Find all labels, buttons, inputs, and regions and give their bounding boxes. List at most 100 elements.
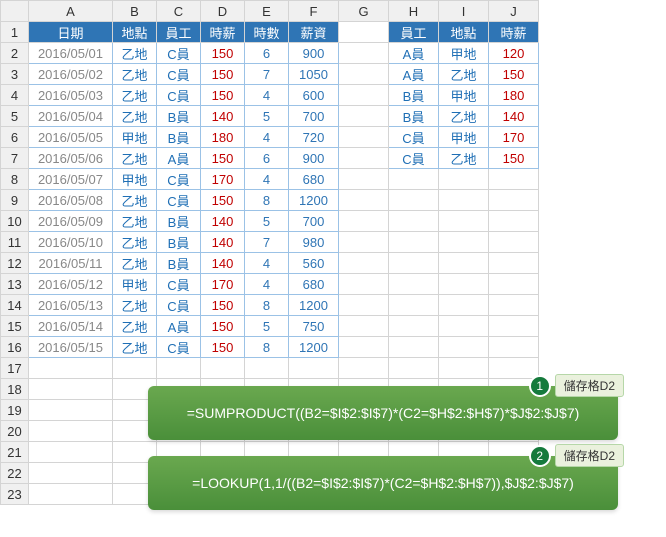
column-header-I[interactable]: I (439, 1, 489, 22)
cell-C7[interactable]: A員 (157, 148, 201, 169)
cell-F3[interactable]: 1050 (289, 64, 339, 85)
cell-I6[interactable]: 甲地 (439, 127, 489, 148)
cell-J15[interactable] (489, 316, 539, 337)
cell-F1[interactable]: 薪資 (289, 22, 339, 43)
cell-A12[interactable]: 2016/05/11 (29, 253, 113, 274)
cell-A2[interactable]: 2016/05/01 (29, 43, 113, 64)
cell-E5[interactable]: 5 (245, 106, 289, 127)
row-header-12[interactable]: 12 (1, 253, 29, 274)
cell-D1[interactable]: 時薪 (201, 22, 245, 43)
cell-E2[interactable]: 6 (245, 43, 289, 64)
cell-A4[interactable]: 2016/05/03 (29, 85, 113, 106)
cell-G5[interactable] (339, 106, 389, 127)
column-header-J[interactable]: J (489, 1, 539, 22)
cell-J10[interactable] (489, 211, 539, 232)
cell-G8[interactable] (339, 169, 389, 190)
cell-E14[interactable]: 8 (245, 295, 289, 316)
cell-D7[interactable]: 150 (201, 148, 245, 169)
cell-G7[interactable] (339, 148, 389, 169)
cell-C3[interactable]: C員 (157, 64, 201, 85)
cell-A18[interactable] (29, 379, 113, 400)
row-header-17[interactable]: 17 (1, 358, 29, 379)
cell-I5[interactable]: 乙地 (439, 106, 489, 127)
cell-E12[interactable]: 4 (245, 253, 289, 274)
cell-C6[interactable]: B員 (157, 127, 201, 148)
cell-C1[interactable]: 員工 (157, 22, 201, 43)
cell-D10[interactable]: 140 (201, 211, 245, 232)
cell-C8[interactable]: C員 (157, 169, 201, 190)
row-header-19[interactable]: 19 (1, 400, 29, 421)
cell-F2[interactable]: 900 (289, 43, 339, 64)
row-header-3[interactable]: 3 (1, 64, 29, 85)
cell-J9[interactable] (489, 190, 539, 211)
cell-J11[interactable] (489, 232, 539, 253)
cell-G15[interactable] (339, 316, 389, 337)
cell-E4[interactable]: 4 (245, 85, 289, 106)
row-header-20[interactable]: 20 (1, 421, 29, 442)
row-header-6[interactable]: 6 (1, 127, 29, 148)
cell-C11[interactable]: B員 (157, 232, 201, 253)
cell-A14[interactable]: 2016/05/13 (29, 295, 113, 316)
column-header-H[interactable]: H (389, 1, 439, 22)
cell-B16[interactable]: 乙地 (113, 337, 157, 358)
cell-C9[interactable]: C員 (157, 190, 201, 211)
cell-B3[interactable]: 乙地 (113, 64, 157, 85)
row-header-21[interactable]: 21 (1, 442, 29, 463)
cell-C17[interactable] (157, 358, 201, 379)
row-header-18[interactable]: 18 (1, 379, 29, 400)
cell-B15[interactable]: 乙地 (113, 316, 157, 337)
cell-B7[interactable]: 乙地 (113, 148, 157, 169)
row-header-22[interactable]: 22 (1, 463, 29, 484)
cell-G2[interactable] (339, 43, 389, 64)
cell-C5[interactable]: B員 (157, 106, 201, 127)
cell-J6[interactable]: 170 (489, 127, 539, 148)
row-header-16[interactable]: 16 (1, 337, 29, 358)
row-header-10[interactable]: 10 (1, 211, 29, 232)
cell-C14[interactable]: C員 (157, 295, 201, 316)
cell-C12[interactable]: B員 (157, 253, 201, 274)
cell-B8[interactable]: 甲地 (113, 169, 157, 190)
cell-D15[interactable]: 150 (201, 316, 245, 337)
cell-B9[interactable]: 乙地 (113, 190, 157, 211)
column-header-F[interactable]: F (289, 1, 339, 22)
cell-E6[interactable]: 4 (245, 127, 289, 148)
cell-J5[interactable]: 140 (489, 106, 539, 127)
row-header-4[interactable]: 4 (1, 85, 29, 106)
row-header-13[interactable]: 13 (1, 274, 29, 295)
cell-B10[interactable]: 乙地 (113, 211, 157, 232)
cell-B11[interactable]: 乙地 (113, 232, 157, 253)
cell-A11[interactable]: 2016/05/10 (29, 232, 113, 253)
cell-A9[interactable]: 2016/05/08 (29, 190, 113, 211)
cell-D4[interactable]: 150 (201, 85, 245, 106)
cell-B5[interactable]: 乙地 (113, 106, 157, 127)
cell-G12[interactable] (339, 253, 389, 274)
cell-B6[interactable]: 甲地 (113, 127, 157, 148)
cell-H9[interactable] (389, 190, 439, 211)
row-header-2[interactable]: 2 (1, 43, 29, 64)
cell-A22[interactable] (29, 463, 113, 484)
cell-G14[interactable] (339, 295, 389, 316)
cell-E16[interactable]: 8 (245, 337, 289, 358)
cell-H7[interactable]: C員 (389, 148, 439, 169)
column-header-E[interactable]: E (245, 1, 289, 22)
cell-F17[interactable] (289, 358, 339, 379)
column-header-D[interactable]: D (201, 1, 245, 22)
cell-H16[interactable] (389, 337, 439, 358)
column-header-A[interactable]: A (29, 1, 113, 22)
cell-I8[interactable] (439, 169, 489, 190)
cell-I9[interactable] (439, 190, 489, 211)
row-header-11[interactable]: 11 (1, 232, 29, 253)
cell-B13[interactable]: 甲地 (113, 274, 157, 295)
cell-H14[interactable] (389, 295, 439, 316)
cell-I7[interactable]: 乙地 (439, 148, 489, 169)
cell-A7[interactable]: 2016/05/06 (29, 148, 113, 169)
cell-B1[interactable]: 地點 (113, 22, 157, 43)
cell-H6[interactable]: C員 (389, 127, 439, 148)
row-header-23[interactable]: 23 (1, 484, 29, 505)
cell-D11[interactable]: 140 (201, 232, 245, 253)
cell-G16[interactable] (339, 337, 389, 358)
cell-F9[interactable]: 1200 (289, 190, 339, 211)
cell-F4[interactable]: 600 (289, 85, 339, 106)
cell-G1[interactable] (339, 22, 389, 43)
column-header-G[interactable]: G (339, 1, 389, 22)
